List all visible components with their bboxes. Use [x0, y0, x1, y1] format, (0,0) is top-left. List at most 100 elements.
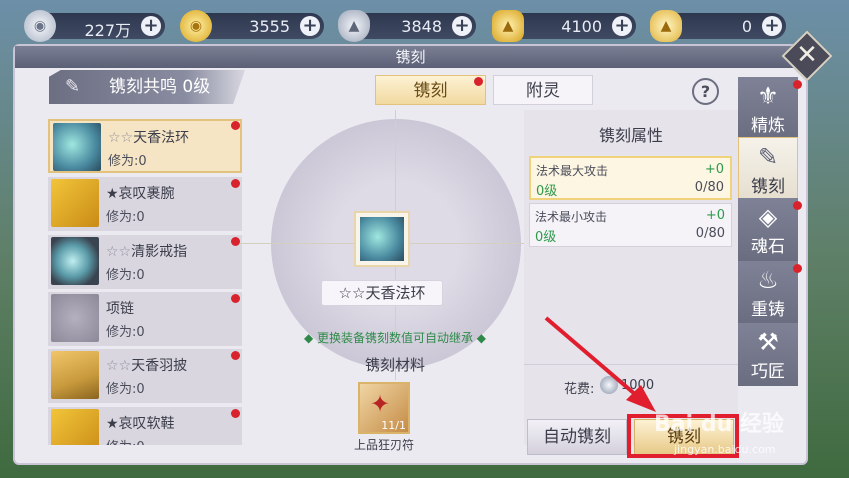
- resonance-label: 镌刻共鸣 0级: [109, 77, 211, 97]
- currency-gold-coin: ◉ 3555 +: [180, 10, 324, 42]
- list-item[interactable]: ☆☆天香法环 修为:0: [48, 119, 242, 173]
- nav-label: 魂石: [751, 237, 785, 257]
- nav-label: 重铸: [751, 300, 785, 320]
- attribute-row[interactable]: 法术最小攻击 +0 0级 0/80: [529, 203, 732, 247]
- material-talisman-icon: ✦: [370, 390, 391, 418]
- add-gold-coin-button[interactable]: +: [300, 16, 320, 36]
- cost-value: 1000: [621, 378, 655, 393]
- currency-silver-coin: ◉ 227万 +: [24, 10, 165, 42]
- nav-label: 精炼: [751, 116, 785, 136]
- attributes-title: 镌刻属性: [598, 126, 663, 145]
- list-item[interactable]: ★哀叹裹腕 修为:0: [48, 177, 242, 231]
- add-small-gold-ingot-button[interactable]: +: [762, 16, 782, 36]
- cost-divider: [524, 364, 738, 365]
- currency-silver-ingot: ▲ 3848 +: [338, 10, 476, 42]
- silver-coin-icon: ◉: [24, 10, 56, 42]
- currency-value: 4100: [561, 17, 602, 36]
- silver-ingot-icon: ▲: [338, 10, 370, 42]
- list-item[interactable]: ☆☆清影戒指 修为:0: [48, 235, 242, 289]
- refine-icon: ⚜: [757, 82, 779, 110]
- currency-gold-ingot: ▲ 4100 +: [492, 10, 636, 42]
- list-item[interactable]: 项链 修为:0: [48, 292, 242, 346]
- attribute-level: 0级: [536, 184, 558, 199]
- inherit-hint: ◆ 更换装备镌刻数值可自动继承 ◆: [303, 331, 487, 345]
- material-title: 镌刻材料: [364, 356, 425, 374]
- soulstone-icon: ◈: [758, 203, 778, 231]
- add-silver-coin-button[interactable]: +: [141, 16, 161, 36]
- notification-dot: [231, 179, 240, 188]
- nav-label: 镌刻: [751, 177, 785, 197]
- item-name: ★哀叹裹腕: [106, 186, 175, 202]
- attribute-name: 法术最大攻击: [536, 164, 609, 178]
- material-count: 11/1: [381, 419, 406, 432]
- notification-dot: [793, 201, 802, 210]
- nav-refine[interactable]: ⚜ 精炼: [738, 77, 798, 140]
- craftsman-icon: ⚒: [757, 328, 779, 356]
- currency-value: 3848: [401, 17, 442, 36]
- attribute-bonus: +0: [705, 208, 725, 223]
- attribute-level: 0级: [535, 230, 557, 245]
- nav-recast[interactable]: ♨ 重铸: [738, 261, 798, 324]
- material-slot[interactable]: ✦ 11/1: [358, 382, 410, 434]
- equipment-thumbnail: [51, 294, 99, 342]
- auto-engrave-button[interactable]: 自动镌刻: [527, 419, 627, 455]
- nav-label: 巧匠: [751, 362, 785, 382]
- selected-equipment-slot[interactable]: [354, 211, 410, 267]
- add-silver-ingot-button[interactable]: +: [452, 16, 472, 36]
- currency-small-gold-ingot: ▲ 0 +: [650, 10, 786, 42]
- silver-coin-icon: [600, 376, 618, 394]
- notification-dot: [231, 237, 240, 246]
- item-cultivation: 修为:0: [106, 436, 145, 445]
- notification-dot: [793, 264, 802, 273]
- attribute-bonus: +0: [704, 162, 724, 177]
- notification-dot: [231, 121, 240, 130]
- engrave-resonance-banner[interactable]: ✎ 镌刻共鸣 0级: [49, 70, 245, 104]
- nav-craftsman[interactable]: ⚒ 巧匠: [738, 323, 798, 386]
- close-icon[interactable]: ✕: [789, 38, 825, 74]
- attribute-progress: 0/80: [694, 180, 724, 195]
- watermark-url: jingyan.baidu.com: [674, 443, 776, 456]
- item-cultivation: 修为:0: [106, 210, 145, 225]
- item-cultivation: 修为:0: [106, 382, 145, 397]
- equipment-thumbnail: [51, 351, 99, 399]
- item-cultivation: 修为:0: [108, 154, 147, 169]
- add-gold-ingot-button[interactable]: +: [612, 16, 632, 36]
- equipment-thumbnail: [360, 217, 404, 261]
- item-name: 项链: [106, 301, 134, 317]
- item-name: ☆☆天香法环: [108, 130, 190, 146]
- notification-dot: [231, 294, 240, 303]
- attribute-row[interactable]: 法术最大攻击 +0 0级 0/80: [529, 156, 732, 200]
- nav-engrave[interactable]: ✎ 镌刻: [738, 137, 798, 200]
- notification-dot: [231, 351, 240, 360]
- tab-enchant[interactable]: 附灵: [493, 75, 593, 105]
- item-name: ★哀叹软鞋: [106, 416, 175, 432]
- attribute-progress: 0/80: [695, 226, 725, 241]
- material-name: 上品狂刃符: [353, 438, 414, 452]
- help-button[interactable]: ?: [692, 78, 719, 105]
- item-name: ☆☆天香羽披: [106, 358, 188, 374]
- watermark-brand: Bai du 经验: [654, 412, 784, 437]
- item-cultivation: 修为:0: [106, 268, 145, 283]
- recast-icon: ♨: [757, 266, 779, 294]
- engrave-icon: ✎: [757, 143, 779, 171]
- window-title: 镌刻: [15, 46, 806, 68]
- nav-soulstone[interactable]: ◈ 魂石: [738, 198, 798, 261]
- list-item[interactable]: ★哀叹软鞋 修为:0: [48, 407, 242, 445]
- currency-value: 0: [741, 17, 752, 36]
- notification-dot: [793, 80, 802, 89]
- equipment-thumbnail: [53, 123, 101, 171]
- equipment-thumbnail: [51, 237, 99, 285]
- scroll-icon: ✎: [65, 76, 81, 97]
- small-gold-ingot-icon: ▲: [650, 10, 682, 42]
- gold-coin-icon: ◉: [180, 10, 212, 42]
- equipment-thumbnail: [51, 179, 99, 227]
- notification-dot: [474, 77, 483, 86]
- selected-equipment-name: ☆☆天香法环: [321, 280, 443, 306]
- currency-value: 3555: [249, 17, 290, 36]
- list-item[interactable]: ☆☆天香羽披 修为:0: [48, 349, 242, 403]
- notification-dot: [231, 409, 240, 418]
- item-cultivation: 修为:0: [106, 325, 145, 340]
- cost-label: 花费:: [564, 382, 595, 397]
- tab-engrave[interactable]: 镌刻: [375, 75, 486, 105]
- currency-value: 227万: [84, 21, 131, 40]
